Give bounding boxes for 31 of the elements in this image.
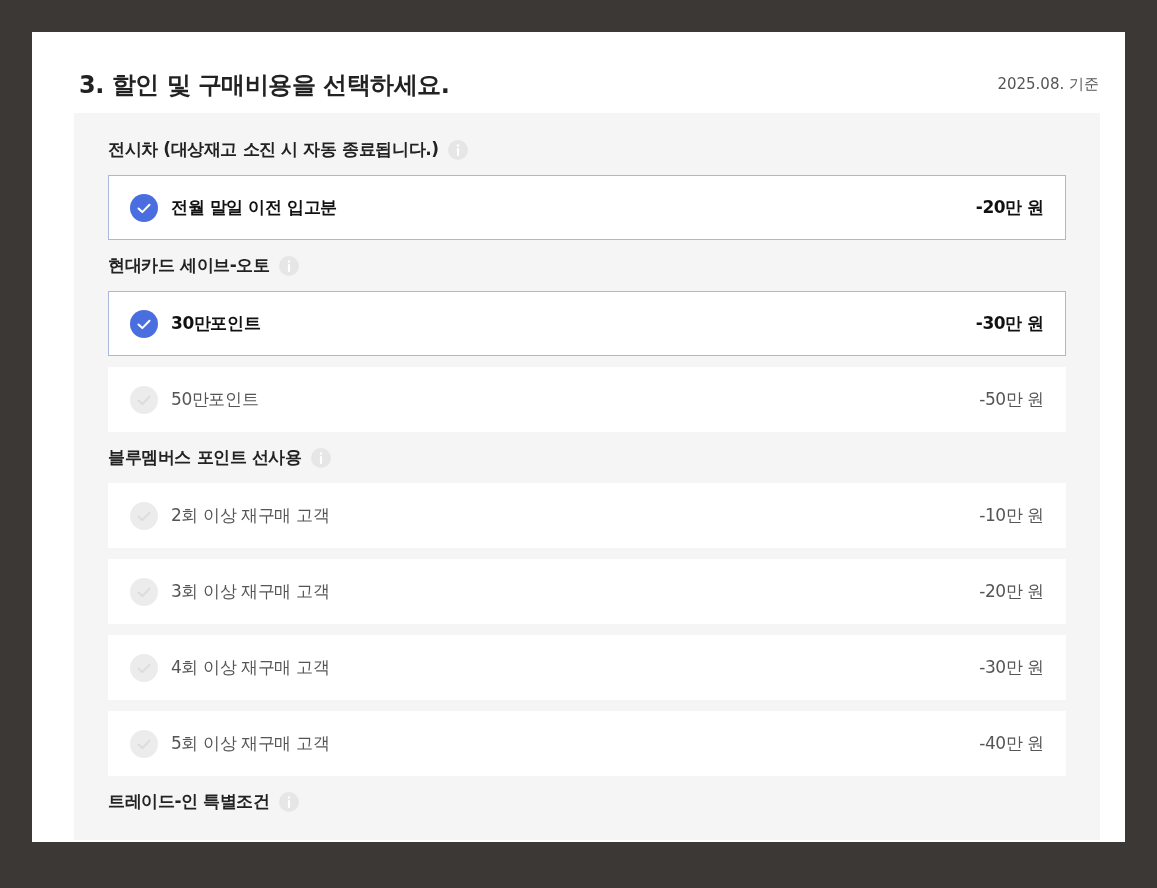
discount-option[interactable]: 4회 이상 재구매 고객 -30만 원: [108, 635, 1066, 700]
discount-option[interactable]: 2회 이상 재구매 고객 -10만 원: [108, 483, 1066, 548]
discount-amount: -50만 원: [979, 387, 1044, 411]
option-label: 전월 말일 이전 입고분: [171, 195, 338, 219]
discount-amount: -10만 원: [979, 503, 1044, 527]
option-label: 2회 이상 재구매 고객: [171, 503, 331, 527]
group-heading: 트레이드-인 특별조건: [108, 790, 270, 814]
discount-amount: -40만 원: [979, 731, 1044, 755]
discount-option[interactable]: 5회 이상 재구매 고객 -40만 원: [108, 711, 1066, 776]
info-icon[interactable]: [277, 255, 300, 277]
discount-amount: -20만 원: [979, 579, 1044, 603]
group-heading: 전시차 (대상재고 소진 시 자동 종료됩니다.): [108, 138, 439, 162]
discount-amount: -30만 원: [979, 655, 1044, 679]
date-note: 2025.08. 기준: [997, 74, 1099, 96]
option-label: 30만포인트: [171, 311, 262, 335]
option-label: 50만포인트: [171, 387, 260, 411]
option-label: 4회 이상 재구매 고객: [171, 655, 331, 679]
section-title: 3. 할인 및 구매비용을 선택하세요.: [79, 69, 450, 101]
discount-option[interactable]: 전월 말일 이전 입고분 -20만 원: [108, 175, 1066, 240]
group-heading: 현대카드 세이브-오토: [108, 254, 270, 278]
discount-option[interactable]: 50만포인트 -50만 원: [108, 367, 1066, 432]
discount-option[interactable]: 3회 이상 재구매 고객 -20만 원: [108, 559, 1066, 624]
option-label: 3회 이상 재구매 고객: [171, 579, 331, 603]
discount-amount: -20만 원: [975, 195, 1044, 219]
discount-option[interactable]: 30만포인트 -30만 원: [108, 291, 1066, 356]
option-label: 5회 이상 재구매 고객: [171, 731, 331, 755]
group-heading: 블루멤버스 포인트 선사용: [108, 446, 302, 470]
info-icon[interactable]: [309, 447, 332, 469]
discount-amount: -30만 원: [975, 311, 1044, 335]
info-icon[interactable]: [446, 139, 469, 161]
info-icon[interactable]: [277, 791, 300, 813]
